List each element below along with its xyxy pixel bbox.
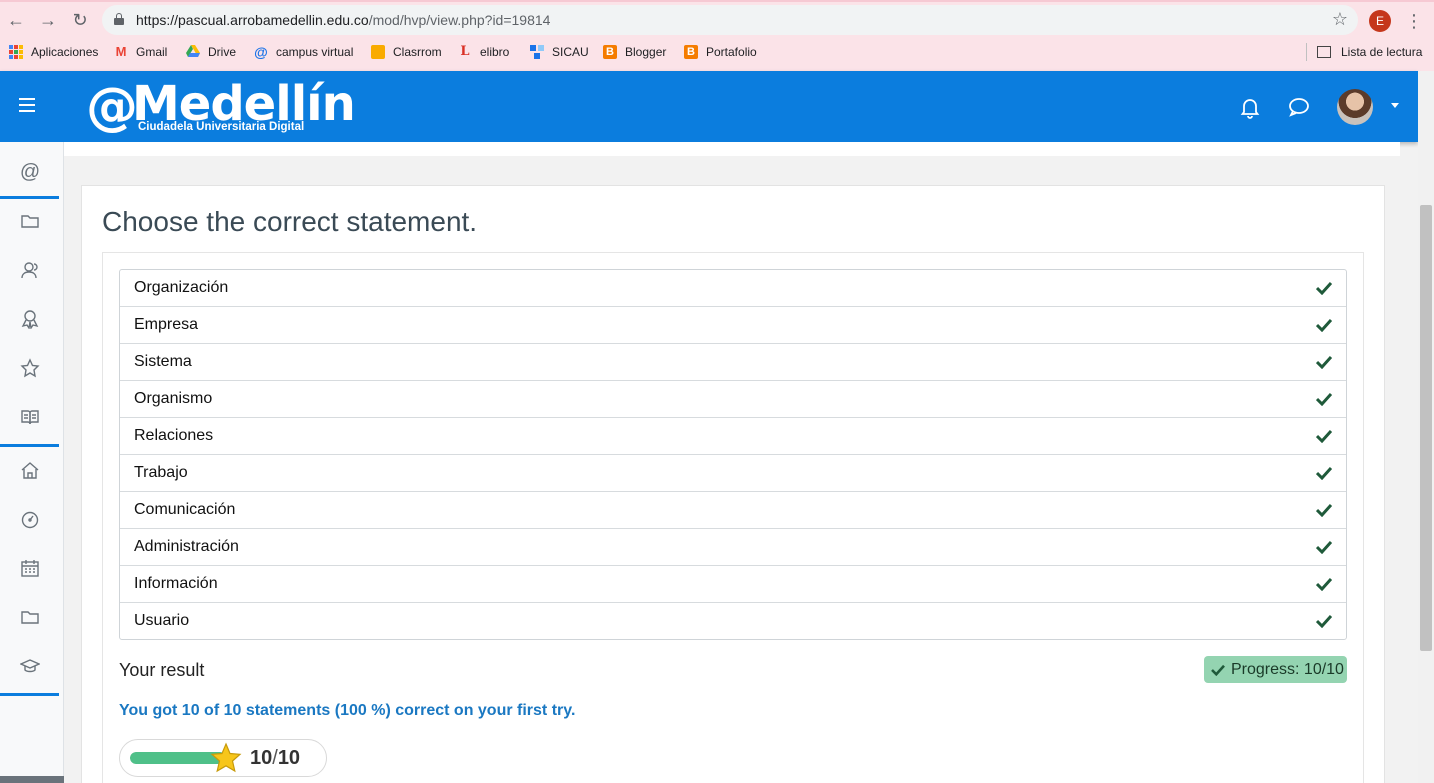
folder-icon (21, 215, 39, 228)
menu-kebab-icon[interactable]: ⋮ (1405, 10, 1423, 32)
book-icon (21, 410, 39, 425)
reading-list-icon (1317, 46, 1331, 58)
bookmark-drive[interactable]: Drive (186, 42, 236, 62)
check-icon (1316, 577, 1332, 591)
reading-list[interactable]: Lista de lectura (1306, 42, 1422, 62)
sidebar-separator (0, 693, 59, 696)
star-icon (210, 742, 242, 773)
gmail-icon: M (115, 44, 127, 59)
home-icon (21, 462, 39, 479)
result-feedback: You got 10 of 10 statements (100 %) corr… (119, 702, 576, 719)
check-icon (1316, 392, 1332, 406)
progress-badge: Progress: 10/10 (1204, 656, 1347, 683)
sidebar-item-badges[interactable] (0, 295, 60, 343)
bell-icon[interactable] (1238, 95, 1262, 119)
sidebar-item-files[interactable] (0, 197, 60, 245)
sidebar-item-participants[interactable] (0, 246, 60, 294)
sidebar-footer (0, 776, 64, 783)
sicau-icon (530, 45, 544, 59)
statement-row[interactable]: Trabajo (120, 455, 1346, 492)
statement-row[interactable]: Organización (120, 270, 1346, 307)
site-logo[interactable]: @ Medellín Ciudadela Universitaria Digit… (86, 76, 356, 137)
page-header-strip (64, 142, 1400, 156)
bookmark-apps[interactable]: Aplicaciones (9, 42, 98, 62)
forward-icon[interactable]: → (38, 10, 58, 30)
bookmark-blogger[interactable]: B Blogger (603, 42, 666, 62)
users-icon (21, 262, 38, 279)
statement-row[interactable]: Información (120, 566, 1346, 603)
blogger-icon: B (603, 45, 617, 59)
bookmark-classroom[interactable]: Clasrrom (371, 42, 442, 62)
at-sign-icon: @ (19, 160, 41, 183)
graduation-cap-icon (20, 659, 40, 673)
check-icon (1316, 281, 1332, 295)
statement-row[interactable]: Administración (120, 529, 1346, 566)
address-bar[interactable]: https://pascual.arrobamedellin.edu.co/mo… (102, 5, 1358, 35)
drive-icon (186, 45, 200, 59)
bookmark-campus-virtual[interactable]: @ campus virtual (254, 42, 353, 62)
sidebar-item-grades[interactable] (0, 393, 60, 441)
site-header: @ Medellín Ciudadela Universitaria Digit… (0, 71, 1418, 142)
check-icon (1316, 503, 1332, 517)
score-text: 10/10 (250, 747, 301, 769)
chat-bubble-icon[interactable] (1287, 95, 1311, 119)
apps-grid-icon (9, 45, 23, 59)
back-icon[interactable]: ← (6, 10, 26, 30)
chevron-down-icon[interactable] (1391, 103, 1399, 108)
statement-row[interactable]: Empresa (120, 307, 1346, 344)
check-icon (1316, 614, 1332, 628)
user-avatar[interactable] (1337, 89, 1373, 125)
star-icon (20, 358, 40, 378)
scrollbar-thumb[interactable] (1420, 205, 1432, 651)
statement-row[interactable]: Comunicación (120, 492, 1346, 529)
bookmark-gmail[interactable]: M Gmail (114, 42, 168, 62)
statement-row[interactable]: Usuario (120, 603, 1346, 640)
sidebar-item-my-courses[interactable] (0, 642, 60, 690)
classroom-icon (371, 45, 385, 59)
hamburger-menu-icon[interactable] (19, 98, 35, 112)
check-icon (1316, 540, 1332, 554)
browser-chrome: ← → ↻ https://pascual.arrobamedellin.edu… (0, 0, 1434, 71)
at-sign-icon: @ (254, 44, 268, 60)
lock-icon (114, 13, 124, 25)
sidebar-item-dashboard[interactable] (0, 495, 60, 543)
folder-icon (21, 611, 39, 624)
check-icon (1316, 355, 1332, 369)
bookmark-star-icon[interactable]: ☆ (1332, 9, 1348, 30)
statement-row[interactable]: Sistema (120, 344, 1346, 381)
statement-list: Organización Empresa Sistema Organismo R… (119, 269, 1347, 640)
elibro-icon: L (460, 44, 470, 59)
url-text: https://pascual.arrobamedellin.edu.co/mo… (136, 12, 551, 28)
sidebar-item-private-files[interactable] (0, 593, 60, 641)
bookmark-portafolio[interactable]: B Portafolio (684, 42, 757, 62)
toolbar: ← → ↻ https://pascual.arrobamedellin.edu… (0, 2, 1434, 38)
bookmark-elibro[interactable]: L elibro (458, 42, 509, 62)
statement-row[interactable]: Relaciones (120, 418, 1346, 455)
bookmark-sicau[interactable]: SICAU (530, 42, 589, 62)
divider (1306, 43, 1307, 61)
sidebar-item-site[interactable]: @ (0, 148, 60, 196)
statement-row[interactable]: Organismo (120, 381, 1346, 418)
calendar-icon (21, 560, 39, 577)
check-icon (1316, 466, 1332, 480)
sidebar-item-calendar[interactable] (0, 544, 60, 592)
page-title: Choose the correct statement. (102, 206, 478, 237)
sidebar: @ (0, 142, 64, 783)
check-icon (1316, 429, 1332, 443)
profile-avatar[interactable]: E (1369, 10, 1391, 32)
score-bar: 10/10 (119, 739, 327, 777)
sidebar-item-competencies[interactable] (0, 344, 60, 392)
reload-icon[interactable]: ↻ (70, 10, 90, 30)
dashboard-icon (21, 511, 39, 529)
bookmarks-bar: Aplicaciones M Gmail Drive @ campus virt… (0, 40, 1434, 66)
award-icon (21, 310, 39, 329)
check-icon (1211, 664, 1225, 676)
sidebar-item-home[interactable] (0, 446, 60, 494)
check-icon (1316, 318, 1332, 332)
result-heading: Your result (119, 660, 205, 680)
blogger-icon: B (684, 45, 698, 59)
